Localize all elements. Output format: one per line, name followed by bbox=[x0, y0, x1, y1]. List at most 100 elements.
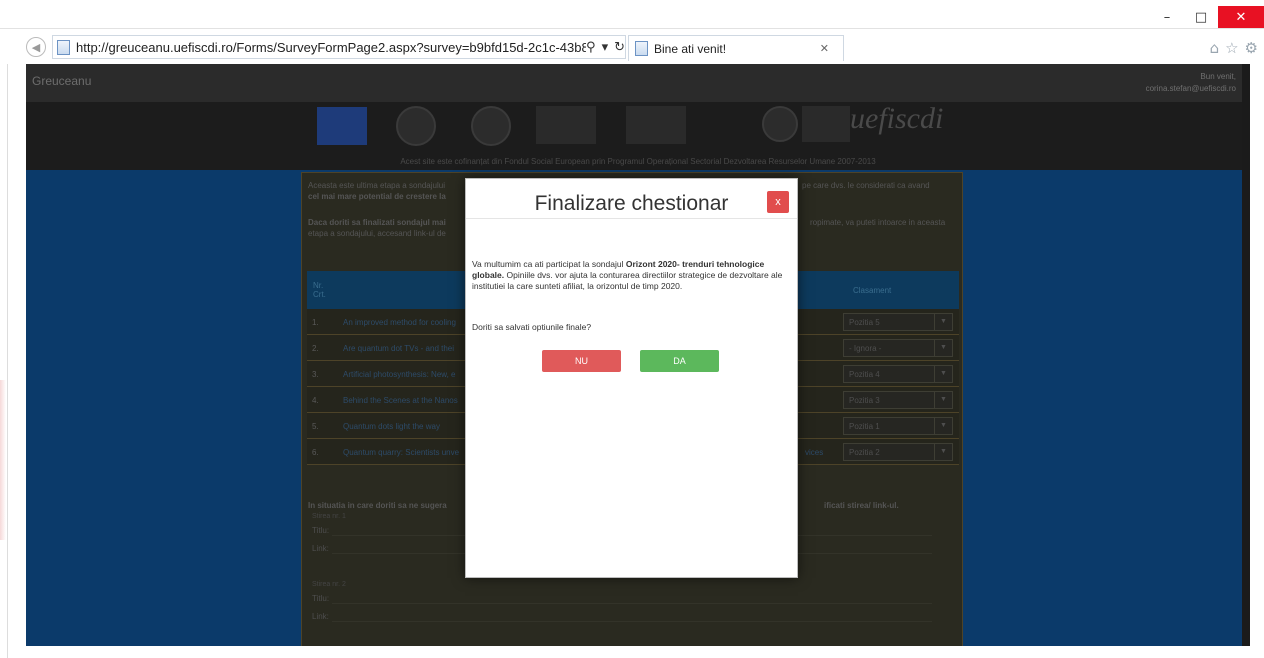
tab-page-icon bbox=[635, 41, 648, 56]
dialog-divider bbox=[466, 218, 797, 219]
chevron-down-icon: ▼ bbox=[934, 340, 952, 356]
row-number: 5. bbox=[312, 422, 319, 431]
news-2-title-label: Titlu: bbox=[312, 594, 330, 603]
rank-select[interactable]: Pozitia 2 ▼ bbox=[843, 443, 953, 461]
ministry-text-logo bbox=[802, 106, 850, 142]
row-title-link[interactable]: Are quantum dot TVs - and thei bbox=[343, 344, 454, 353]
browser-tab[interactable]: Bine ati venit! ✕ bbox=[628, 35, 844, 61]
row-title-link[interactable]: Behind the Scenes at the Nanos bbox=[343, 396, 458, 405]
close-window-icon[interactable]: ✕ bbox=[1218, 6, 1264, 28]
search-icon[interactable]: ⚲ bbox=[586, 40, 596, 55]
chevron-down-icon: ▼ bbox=[934, 392, 952, 408]
education-ministry-logo bbox=[762, 106, 798, 142]
news-2-link-label: Link: bbox=[312, 612, 329, 621]
banner-caption: Acest site este cofinanțat din Fondul So… bbox=[400, 157, 876, 166]
sponsor-banner: uefiscdi Acest site este cofinanțat din … bbox=[26, 102, 1250, 170]
window-controls: – □ ✕ bbox=[1150, 6, 1264, 28]
dialog-question: Doriti sa salvati optiunile finale? bbox=[472, 322, 592, 332]
minimize-icon[interactable]: – bbox=[1150, 6, 1184, 28]
finalize-survey-dialog: Finalizare chestionar x Va multumim ca a… bbox=[465, 178, 798, 578]
chevron-down-icon: ▼ bbox=[934, 444, 952, 460]
col-number: Nr. Crt. bbox=[313, 281, 326, 299]
no-button[interactable]: NU bbox=[542, 350, 621, 372]
news-1-title-label: Titlu: bbox=[312, 526, 330, 535]
intro-line-1-tail: pe care dvs. le considerati ca avand bbox=[802, 181, 930, 190]
rank-select[interactable]: Pozitia 3 ▼ bbox=[843, 391, 953, 409]
fse-logo bbox=[536, 106, 596, 144]
rank-select[interactable]: Pozitia 1 ▼ bbox=[843, 417, 953, 435]
rank-value: Pozitia 5 bbox=[849, 318, 880, 327]
rank-select[interactable]: Pozitia 5 ▼ bbox=[843, 313, 953, 331]
rank-value: Pozitia 1 bbox=[849, 422, 880, 431]
rank-value: Pozitia 4 bbox=[849, 370, 880, 379]
welcome-label: Bun venit, bbox=[1200, 72, 1236, 81]
row-title-link[interactable]: Quantum dots light the way bbox=[343, 422, 440, 431]
maximize-icon[interactable]: □ bbox=[1184, 6, 1218, 28]
rank-value: Pozitia 3 bbox=[849, 396, 880, 405]
government-crest-logo bbox=[396, 106, 436, 146]
site-name[interactable]: Greuceanu bbox=[32, 74, 91, 88]
page-icon bbox=[57, 39, 70, 55]
intro-line-3-tail: ropimate, va puteti intoarce in aceasta bbox=[810, 218, 946, 227]
row-title-tail: vices bbox=[805, 448, 824, 457]
row-title-link[interactable]: Quantum quarry: Scientists unve bbox=[343, 448, 459, 457]
user-email: corina.stefan@uefiscdi.ro bbox=[1145, 84, 1236, 93]
dropdown-icon[interactable]: ▾ bbox=[602, 40, 609, 55]
suggest-text: In situatia in care doriti sa ne sugera bbox=[308, 501, 447, 510]
chevron-down-icon: ▼ bbox=[934, 366, 952, 382]
row-number: 2. bbox=[312, 344, 319, 353]
eu-flag-logo bbox=[317, 107, 367, 145]
intro-line-2: cel mai mare potential de crestere la bbox=[308, 192, 446, 201]
row-number: 1. bbox=[312, 318, 319, 327]
intro-line-1: Aceasta este ultima etapa a sondajului bbox=[308, 181, 445, 190]
window-left-edge bbox=[0, 0, 8, 658]
tab-title: Bine ati venit! bbox=[654, 41, 727, 56]
news-2-title-input[interactable] bbox=[332, 603, 932, 604]
dialog-title: Finalizare chestionar bbox=[534, 192, 729, 215]
dialog-message: Va multumim ca ati participat la sondaju… bbox=[472, 259, 790, 292]
close-icon[interactable]: x bbox=[767, 191, 789, 213]
window-edge-tint bbox=[0, 380, 6, 540]
row-title-link[interactable]: An improved method for cooling bbox=[343, 318, 456, 327]
row-number: 4. bbox=[312, 396, 319, 405]
settings-icon[interactable]: ⚙ bbox=[1245, 39, 1258, 57]
rank-select[interactable]: Pozitia 4 ▼ bbox=[843, 365, 953, 383]
browser-toolbar: ◀ http://greuceanu.uefiscdi.ro/Forms/Sur… bbox=[0, 28, 1264, 64]
address-bar[interactable]: http://greuceanu.uefiscdi.ro/Forms/Surve… bbox=[52, 35, 626, 59]
back-icon[interactable]: ◀ bbox=[26, 37, 46, 57]
message-rest: Opiniile dvs. vor ajuta la conturarea di… bbox=[472, 270, 783, 291]
user-welcome: Bun venit, corina.stefan@uefiscdi.ro bbox=[1146, 71, 1236, 95]
message-intro: Va multumim ca ati participat la sondaju… bbox=[472, 259, 626, 269]
rank-value: - Ignora - bbox=[849, 344, 882, 353]
site-header: Greuceanu Bun venit, corina.stefan@uefis… bbox=[26, 64, 1250, 102]
rank-select[interactable]: - Ignora - ▼ bbox=[843, 339, 953, 357]
window-title-bar: – □ ✕ bbox=[0, 0, 1264, 28]
page-scrollbar[interactable] bbox=[1242, 64, 1250, 646]
suggest-text-tail: ificati stirea/ link-ul. bbox=[824, 501, 899, 510]
address-actions: ⚲ ▾ ↻ bbox=[586, 40, 625, 55]
rank-value: Pozitia 2 bbox=[849, 448, 880, 457]
yes-button[interactable]: DA bbox=[640, 350, 719, 372]
chevron-down-icon: ▼ bbox=[934, 418, 952, 434]
row-title-link[interactable]: Artificial photosynthesis: New, e bbox=[343, 370, 456, 379]
intro-line-4: etapa a sondajului, accesand link-ul de bbox=[308, 229, 446, 238]
refresh-icon[interactable]: ↻ bbox=[614, 40, 625, 55]
row-number: 3. bbox=[312, 370, 319, 379]
news-2-legend: Stirea nr. 2 bbox=[312, 581, 346, 588]
chevron-down-icon: ▼ bbox=[934, 314, 952, 330]
posdru-logo bbox=[626, 106, 686, 144]
home-icon[interactable]: ⌂ bbox=[1210, 39, 1220, 57]
news-1-legend: Stirea nr. 1 bbox=[312, 513, 346, 520]
row-number: 6. bbox=[312, 448, 319, 457]
tab-close-icon[interactable]: ✕ bbox=[820, 42, 829, 55]
ministry-crest-logo bbox=[471, 106, 511, 146]
favorites-icon[interactable]: ☆ bbox=[1225, 39, 1238, 57]
news-2-link-input[interactable] bbox=[332, 621, 932, 622]
browser-right-icons: ⌂ ☆ ⚙ bbox=[1210, 39, 1258, 57]
intro-line-3: Daca doriti sa finalizati sondajul mai bbox=[308, 218, 446, 227]
url-text[interactable]: http://greuceanu.uefiscdi.ro/Forms/Surve… bbox=[76, 40, 586, 55]
col-rank: Clasament bbox=[853, 285, 892, 295]
news-1-link-label: Link: bbox=[312, 544, 329, 553]
page-viewport: Greuceanu Bun venit, corina.stefan@uefis… bbox=[26, 64, 1250, 646]
uefiscdi-logo: uefiscdi bbox=[850, 102, 944, 135]
